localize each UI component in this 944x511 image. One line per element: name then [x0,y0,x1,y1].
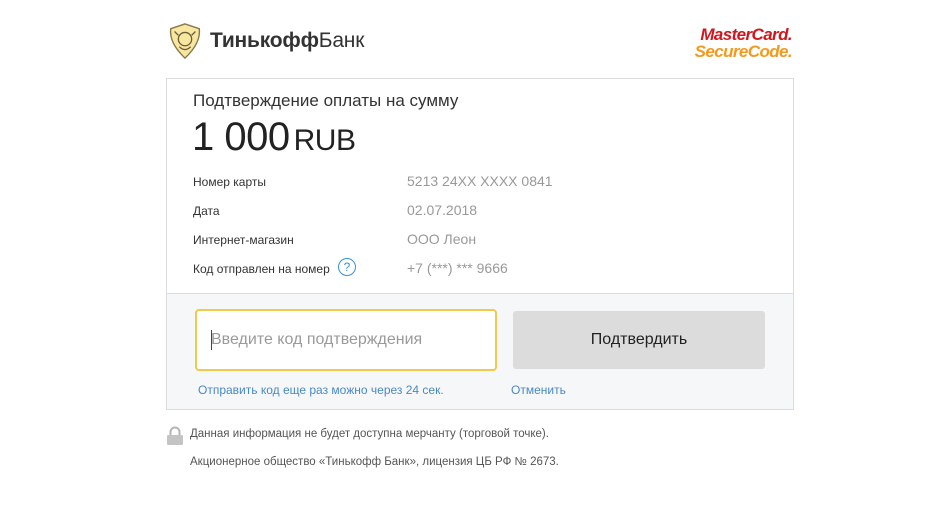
detail-value: 02.07.2018 [407,202,478,218]
privacy-note: Данная информация не будет доступна мерч… [166,426,786,446]
code-input[interactable] [195,309,497,371]
detail-row-phone: Код отправлен на номер ? +7 (***) *** 96… [193,258,773,280]
detail-label: Интернет-магазин [193,233,294,247]
detail-value: +7 (***) *** 9666 [407,260,508,276]
mastercard-securecode-logo: MasterCard. SecureCode. [694,25,793,61]
payment-amount: 1 000 RUB [192,115,356,160]
legal-text: Акционерное общество «Тинькофф Банк», ли… [190,456,559,468]
bank-name: ТинькоффБанк [210,29,365,52]
mastercard-text: MasterCard. [700,25,792,44]
detail-row-merchant: Интернет-магазин ООО Леон [193,231,773,251]
lock-icon [167,426,183,445]
detail-label: Код отправлен на номер [193,262,330,276]
resend-timer-text: Отправить код еще раз можно через 24 сек… [198,383,444,397]
amount-currency: RUB [293,124,356,157]
detail-value: ООО Леон [407,231,477,247]
detail-label: Дата [193,204,220,218]
detail-row-card-number: Номер карты 5213 24XX XXXX 0841 [193,173,773,193]
amount-value: 1 000 [192,115,290,159]
confirm-button[interactable]: Подтвердить [513,311,765,369]
payment-title: Подтверждение оплаты на сумму [193,91,459,110]
payment-details: Подтверждение оплаты на сумму 1 000 RUB Н… [167,79,793,293]
code-form: Подтвердить Отправить код еще раз можно … [167,293,793,409]
bank-emblem-icon [169,23,201,60]
detail-label: Номер карты [193,175,266,189]
detail-row-date: Дата 02.07.2018 [193,202,773,222]
page-header: ТинькоффБанк MasterCard. SecureCode. [166,18,794,76]
detail-value: 5213 24XX XXXX 0841 [407,173,553,189]
cancel-link[interactable]: Отменить [511,383,566,397]
help-icon[interactable]: ? [338,258,356,276]
text-caret [211,330,212,350]
privacy-note-text: Данная информация не будет доступна мерч… [190,428,549,440]
payment-card: Подтверждение оплаты на сумму 1 000 RUB Н… [166,78,794,410]
bank-logo: ТинькоффБанк [166,22,364,60]
securecode-text: SecureCode. [694,42,793,61]
